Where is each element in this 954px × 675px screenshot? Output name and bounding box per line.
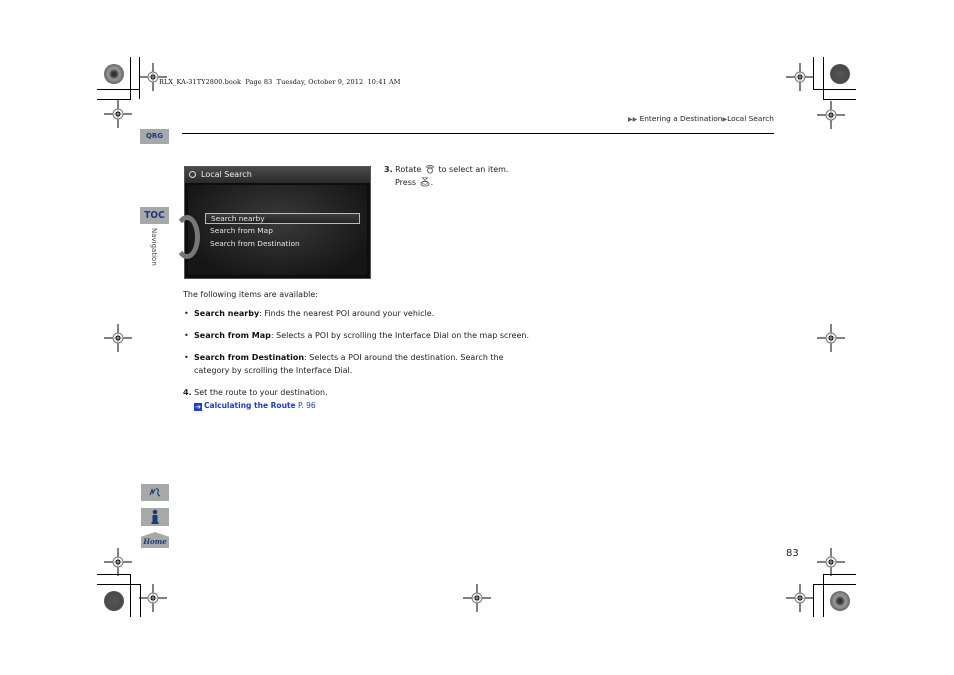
file-header: RLX_KA-31TY2800.book Page 83 Tuesday, Oc… (159, 78, 401, 86)
color-wheel-icon (104, 591, 124, 611)
header-rule (182, 133, 774, 134)
crop-line (813, 584, 856, 585)
registration-mark-icon (104, 100, 132, 128)
registration-mark-icon (817, 324, 845, 352)
screen-item-search-nearby: Search nearby (205, 213, 360, 224)
home-tab[interactable]: Home (141, 532, 169, 548)
step-4: 4. Set the route to your destination. (183, 387, 328, 400)
rotate-dial-icon (425, 164, 435, 174)
bullet-icon: • (184, 331, 189, 340)
screen-title: Local Search (201, 170, 252, 179)
crop-line (813, 89, 856, 90)
list-item: • Search from Destination: Selects a POI… (184, 351, 529, 377)
qrg-tab[interactable]: QRG (140, 129, 169, 144)
crop-line (823, 57, 824, 100)
page-number: 83 (786, 548, 799, 559)
bullet-icon: • (184, 353, 189, 362)
registration-mark-icon (104, 324, 132, 352)
intro-text: The following items are available: (183, 290, 318, 299)
press-dial-icon (420, 177, 430, 187)
step-number: 3. (384, 165, 393, 174)
step-text: to select an item. (438, 165, 509, 174)
breadcrumb-arrow-icon: ▶▶ (627, 116, 638, 123)
list-item: • Search nearby: Finds the nearest POI a… (184, 307, 554, 320)
voice-command-tab[interactable] (141, 484, 169, 501)
screen-item-search-from-map: Search from Map (210, 226, 273, 235)
crop-line (97, 89, 140, 90)
toc-tab[interactable]: TOC (140, 207, 169, 224)
crop-line (823, 574, 824, 617)
breadcrumb-item[interactable]: Local Search (727, 114, 774, 123)
step-text: Press (395, 177, 417, 187)
crop-line (130, 57, 131, 100)
registration-mark-icon (817, 101, 845, 129)
info-tab[interactable] (141, 508, 169, 526)
step-text: Rotate (395, 165, 422, 174)
step-text: . (430, 177, 434, 187)
registration-mark-icon (817, 548, 845, 576)
screen-title-bar: Local Search (185, 167, 370, 183)
registration-mark-icon (786, 584, 814, 612)
term: Search nearby (194, 309, 260, 318)
registration-mark-icon (463, 584, 491, 612)
xref-page[interactable]: P. 96 (298, 401, 316, 410)
xref-title[interactable]: Calculating the Route (204, 401, 296, 410)
arrow-right-icon: ➔ (194, 403, 202, 411)
registration-mark-icon (139, 584, 167, 612)
home-icon: Home (142, 537, 167, 546)
section-label: Navigation (150, 228, 158, 266)
voice-command-icon (149, 488, 161, 497)
registration-mark-icon (786, 63, 814, 91)
color-wheel-icon (104, 64, 124, 84)
bullet-icon: • (184, 309, 189, 318)
search-icon (189, 171, 196, 178)
svg-text:Home: Home (142, 537, 167, 546)
nav-screen-image: Local Search Search nearby Search from M… (174, 166, 371, 279)
color-wheel-icon (830, 591, 850, 611)
description: : Finds the nearest POI around your vehi… (259, 309, 435, 318)
screen-item-search-from-destination: Search from Destination (210, 239, 300, 248)
registration-mark-icon (139, 63, 167, 91)
info-icon (151, 509, 159, 524)
description: : Selects a POI by scrolling the Interfa… (270, 331, 529, 340)
cross-reference-link[interactable]: ➔ Calculating the Route P. 96 (194, 401, 316, 411)
list-item: • Search from Map: Selects a POI by scro… (184, 329, 554, 342)
color-wheel-icon (830, 64, 850, 84)
registration-mark-icon (104, 548, 132, 576)
step-text: Set the route to your destination. (194, 388, 328, 397)
step-number: 4. (183, 388, 192, 397)
crop-line (97, 584, 140, 585)
crop-line (823, 99, 856, 100)
crop-line (130, 574, 131, 617)
breadcrumb: ▶▶ Entering a Destination▶Local Search (628, 114, 774, 123)
dial-arc-icon (174, 215, 200, 259)
term: Search from Map (194, 331, 271, 340)
breadcrumb-item[interactable]: Entering a Destination (640, 114, 723, 123)
term: Search from Destination (194, 353, 305, 362)
step-3: 3. Rotate to select an item. Press . (384, 164, 508, 189)
